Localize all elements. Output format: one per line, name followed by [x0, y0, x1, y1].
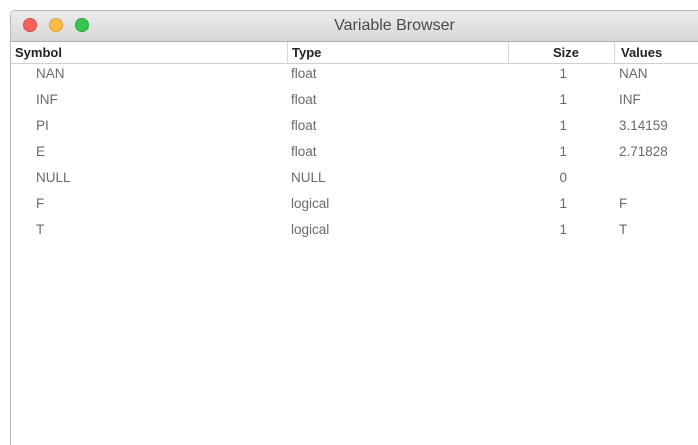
type-cell: NULL [291, 170, 326, 185]
type-cell: logical [291, 196, 330, 211]
symbol-cell: INF [36, 92, 58, 107]
size-cell: 1 [559, 222, 567, 237]
column-header-type[interactable]: Type [287, 42, 508, 63]
size-cell: 1 [559, 144, 567, 159]
values-cell: NAN [619, 66, 648, 81]
type-cell: float [291, 92, 317, 107]
values-cell: INF [619, 92, 641, 107]
size-cell: 0 [559, 170, 567, 185]
size-cell: 1 [559, 92, 567, 107]
values-cell: 3.14159 [619, 118, 668, 133]
column-header-size[interactable]: Size [508, 42, 614, 63]
type-cell: logical [291, 222, 330, 237]
size-cell: 1 [559, 196, 567, 211]
table-row[interactable]: INF float 1 INF [11, 90, 698, 116]
symbol-cell: T [36, 222, 45, 237]
table-row[interactable]: E float 1 2.71828 [11, 142, 698, 168]
size-cell: 1 [559, 118, 567, 133]
values-cell: 2.71828 [619, 144, 668, 159]
column-header-values[interactable]: Values [614, 42, 698, 63]
table-row[interactable]: F logical 1 F [11, 194, 698, 220]
symbol-cell: PI [36, 118, 49, 133]
variable-table-body: NAN float 1 NAN INF float 1 INF PI float… [11, 64, 698, 246]
window-title: Variable Browser [334, 17, 455, 34]
table-row[interactable]: PI float 1 3.14159 [11, 116, 698, 142]
column-header-symbol[interactable]: Symbol [15, 42, 287, 63]
table-row[interactable]: NAN float 1 NAN [11, 64, 698, 90]
symbol-cell: NAN [36, 66, 65, 81]
values-cell: T [619, 222, 628, 237]
values-cell: F [619, 196, 628, 211]
table-header: Symbol Type Size Values [11, 42, 698, 64]
symbol-cell: NULL [36, 170, 71, 185]
size-cell: 1 [559, 66, 567, 81]
type-cell: float [291, 66, 317, 81]
variable-browser-window: Variable Browser Symbol Type Size Values… [10, 10, 698, 445]
symbol-cell: F [36, 196, 45, 211]
table-row[interactable]: T logical 1 T [11, 220, 698, 246]
table-row[interactable]: NULL NULL 0 [11, 168, 698, 194]
type-cell: float [291, 144, 317, 159]
type-cell: float [291, 118, 317, 133]
title-bar[interactable]: Variable Browser [11, 11, 698, 42]
symbol-cell: E [36, 144, 46, 159]
